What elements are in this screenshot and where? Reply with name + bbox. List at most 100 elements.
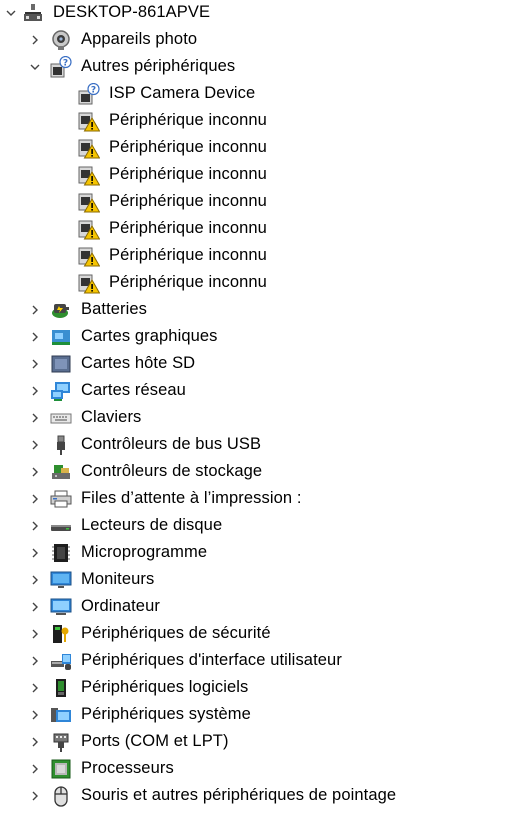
chevron-down-icon[interactable] [4,6,18,20]
tree-item-label: Souris et autres périphériques de pointa… [81,786,397,804]
chevron-right-icon[interactable] [28,465,42,479]
tree-item-label: Lecteurs de disque [81,516,223,534]
chevron-right-icon[interactable] [28,492,42,506]
warning-device-icon [78,272,100,294]
tree-item-label: Ordinateur [81,597,160,615]
tree-category[interactable]: Périphériques d'interface utilisateur [0,648,510,675]
tree-category[interactable]: Périphériques système [0,702,510,729]
tree-category[interactable]: Périphériques logiciels [0,675,510,702]
tree-item-label: Ports (COM et LPT) [81,732,229,750]
storage-controller-icon [50,461,72,483]
tree-item-label: Périphérique inconnu [109,219,267,237]
tree-category[interactable]: Files d’attente à l’impression : [0,486,510,513]
camera-icon [50,29,72,51]
tree-category[interactable]: Ports (COM et LPT) [0,729,510,756]
monitor-icon [50,569,72,591]
tree-item-label: Contrôleurs de bus USB [81,435,262,453]
usb-icon [50,434,72,456]
warning-device-icon [78,191,100,213]
unknown-device-icon: ? [78,83,100,105]
tree-category[interactable]: Microprogramme [0,540,510,567]
computer-tree-icon [22,2,44,24]
chevron-right-icon[interactable] [28,681,42,695]
warning-device-icon [78,137,100,159]
tree-device[interactable]: Périphérique inconnu [0,162,510,189]
battery-icon [50,299,72,321]
display-adapter-icon [50,326,72,348]
warning-device-icon [78,245,100,267]
chevron-down-icon[interactable] [28,60,42,74]
tree-device[interactable]: Périphérique inconnu [0,108,510,135]
chevron-right-icon[interactable] [28,303,42,317]
chevron-right-icon[interactable] [28,573,42,587]
tree-category[interactable]: Souris et autres périphériques de pointa… [0,783,510,810]
computer-icon [50,596,72,618]
tree-item-label: Périphériques système [81,705,251,723]
tree-item-label: Périphériques logiciels [81,678,249,696]
tree-category[interactable]: Ordinateur [0,594,510,621]
chevron-right-icon[interactable] [28,546,42,560]
chevron-right-icon[interactable] [28,708,42,722]
tree-device[interactable]: Périphérique inconnu [0,189,510,216]
tree-device[interactable]: Périphérique inconnu [0,270,510,297]
tree-item-label: Claviers [81,408,142,426]
chevron-right-icon[interactable] [28,330,42,344]
chevron-right-icon[interactable] [28,600,42,614]
chevron-right-icon[interactable] [28,762,42,776]
tree-item-label: Contrôleurs de stockage [81,462,263,480]
tree-item-label: ISP Camera Device [109,84,256,102]
chevron-right-icon[interactable] [28,735,42,749]
tree-item-label: Périphérique inconnu [109,246,267,264]
tree-item-label: DESKTOP-861APVE [53,3,211,21]
software-device-icon [50,677,72,699]
system-device-icon [50,704,72,726]
tree-item-label: Batteries [81,300,148,318]
tree-item-label: Périphérique inconnu [109,273,267,291]
tree-category[interactable]: Claviers [0,405,510,432]
tree-device[interactable]: Périphérique inconnu [0,216,510,243]
chevron-right-icon[interactable] [28,654,42,668]
tree-category[interactable]: Moniteurs [0,567,510,594]
tree-item-label: Périphérique inconnu [109,111,267,129]
tree-category[interactable]: Processeurs [0,756,510,783]
chevron-right-icon[interactable] [28,357,42,371]
security-device-icon [50,623,72,645]
warning-device-icon [78,110,100,132]
tree-item-label: Appareils photo [81,30,198,48]
chevron-right-icon[interactable] [28,438,42,452]
tree-root-computer[interactable]: DESKTOP-861APVE [0,0,510,27]
tree-item-label: Processeurs [81,759,174,777]
tree-category[interactable]: Contrôleurs de stockage [0,459,510,486]
tree-item-label: Microprogramme [81,543,208,561]
chevron-right-icon[interactable] [28,33,42,47]
tree-category[interactable]: ? Autres périphériques [0,54,510,81]
tree-category[interactable]: Batteries [0,297,510,324]
warning-device-icon [78,218,100,240]
hid-icon [50,650,72,672]
tree-item-label: Files d’attente à l’impression : [81,489,302,507]
tree-item-label: Cartes graphiques [81,327,218,345]
chevron-right-icon[interactable] [28,627,42,641]
warning-device-icon [78,164,100,186]
disk-drive-icon [50,515,72,537]
tree-device[interactable]: Périphérique inconnu [0,135,510,162]
tree-category[interactable]: Cartes hôte SD [0,351,510,378]
tree-category[interactable]: Périphériques de sécurité [0,621,510,648]
chevron-right-icon[interactable] [28,411,42,425]
tree-category[interactable]: Cartes graphiques [0,324,510,351]
printer-icon [50,488,72,510]
tree-category[interactable]: Contrôleurs de bus USB [0,432,510,459]
processor-icon [50,758,72,780]
chevron-right-icon[interactable] [28,384,42,398]
tree-device[interactable]: ? ISP Camera Device [0,81,510,108]
chevron-right-icon[interactable] [28,789,42,803]
svg-text:?: ? [63,58,68,68]
tree-category[interactable]: Cartes réseau [0,378,510,405]
tree-category[interactable]: Lecteurs de disque [0,513,510,540]
chevron-right-icon[interactable] [28,519,42,533]
sd-host-icon [50,353,72,375]
tree-category[interactable]: Appareils photo [0,27,510,54]
tree-item-label: Périphériques d'interface utilisateur [81,651,342,669]
tree-item-label: Cartes hôte SD [81,354,196,372]
tree-device[interactable]: Périphérique inconnu [0,243,510,270]
